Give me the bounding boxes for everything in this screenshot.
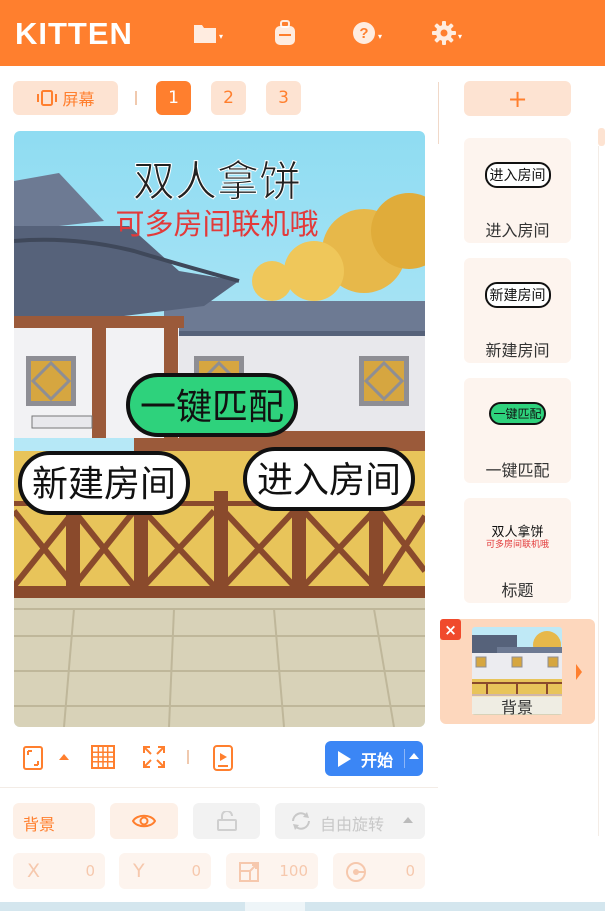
unlock-icon (217, 811, 237, 831)
sprite-name: 进入房间 (485, 221, 550, 240)
page-tab-2[interactable]: 2 (211, 81, 246, 115)
svg-text:?: ? (359, 25, 368, 42)
phone-rotate-icon (37, 90, 58, 106)
rotation-mode-label: 自由旋转 (320, 815, 385, 834)
rotation-mode-select[interactable]: 自由旋转 (275, 803, 425, 839)
backpack-icon (275, 20, 295, 45)
eye-icon (132, 814, 156, 828)
grid-toggle[interactable] (91, 745, 115, 771)
create-room-button-label: 新建房间 (32, 464, 176, 505)
sprite-name: 一键匹配 (485, 461, 550, 480)
rotate-icon (292, 812, 310, 830)
grid-icon (91, 745, 115, 769)
scrollbar-thumb[interactable] (245, 902, 305, 911)
create-room-button[interactable]: 新建房间 (18, 451, 190, 515)
divider (404, 749, 405, 768)
gear-icon (432, 21, 456, 45)
sprite-name: 标题 (501, 581, 534, 600)
sprite-thumbnail: 一键匹配 (464, 402, 571, 425)
chevron-up-icon (403, 817, 413, 823)
chevron-down-icon: ▾ (458, 31, 463, 41)
preview-button[interactable] (212, 745, 236, 771)
folder-icon (194, 25, 216, 43)
sprite-thumbnail: 新建房间 (464, 282, 571, 308)
file-menu[interactable]: ▾ (193, 19, 223, 47)
app-logo: KITTEN (15, 16, 133, 51)
stage-canvas[interactable]: 双人拿饼 可多房间联机哦 一键匹配 新建房间 进入房间 (14, 131, 425, 727)
chevron-right-icon[interactable] (576, 664, 582, 680)
chevron-down-icon: ▾ (219, 31, 224, 41)
settings-menu[interactable]: ▾ (432, 19, 462, 47)
help-icon: ? (353, 22, 375, 44)
page-tab-1[interactable]: 1 (156, 81, 191, 115)
help-menu[interactable]: ? ▾ (352, 19, 382, 47)
divider (598, 146, 599, 836)
stage-controls: 开始 (0, 732, 438, 784)
divider (187, 750, 189, 764)
sprite-card-match[interactable]: 一键匹配 一键匹配 (464, 378, 571, 483)
sprite-name: 新建房间 (485, 341, 550, 360)
lock-toggle[interactable] (193, 803, 260, 839)
bottom-scrollbar[interactable] (0, 902, 605, 911)
play-icon (338, 750, 351, 767)
direction-value: 0 (405, 862, 415, 880)
x-position-field[interactable]: X 0 (13, 853, 105, 889)
chevron-down-icon: ▾ (378, 31, 383, 41)
screen-orientation-button[interactable]: 屏幕 (13, 81, 118, 115)
page-tab-3[interactable]: 3 (266, 81, 301, 115)
y-value: 0 (191, 862, 201, 880)
sprite-thumb-subtitle: 可多房间联机哦 (485, 540, 549, 550)
divider (438, 82, 439, 144)
backpack-button[interactable] (273, 19, 297, 47)
sprite-thumb-title: 双人拿饼 (491, 525, 544, 540)
stage-subtitle: 可多房间联机哦 (115, 207, 318, 241)
fullscreen-button[interactable] (22, 745, 46, 771)
sprite-thumbnail: 进入房间 (464, 162, 571, 188)
stage-toolbar: 屏幕 1 2 3 (0, 66, 438, 132)
delete-sprite-button[interactable]: × (440, 619, 461, 640)
size-field[interactable]: 100 (226, 853, 318, 889)
direction-icon (346, 862, 366, 882)
y-label: Y (133, 860, 145, 882)
add-sprite-button[interactable]: + (464, 81, 571, 116)
sprite-properties: 背景 自由旋转 (0, 803, 438, 839)
screen-label: 屏幕 (62, 90, 95, 109)
join-room-button[interactable]: 进入房间 (243, 447, 415, 511)
direction-field[interactable]: 0 (333, 853, 425, 889)
phone-play-icon (213, 745, 233, 771)
sprite-name-field[interactable]: 背景 (13, 803, 95, 839)
divider (0, 787, 438, 788)
x-value: 0 (85, 862, 95, 880)
sprite-thumb-text: 进入房间 (484, 162, 551, 188)
stage-title: 双人拿饼 (133, 157, 301, 206)
sprite-transform: X 0 Y 0 100 0 (0, 853, 438, 889)
sprite-thumb-text: 新建房间 (484, 282, 551, 308)
expand-button[interactable] (142, 745, 166, 771)
join-room-button-label: 进入房间 (257, 460, 401, 501)
y-position-field[interactable]: Y 0 (119, 853, 211, 889)
divider (135, 91, 137, 105)
sprite-card-join[interactable]: 进入房间 进入房间 (464, 138, 571, 243)
sprite-card-create[interactable]: 新建房间 新建房间 (464, 258, 571, 363)
sprite-card-title[interactable]: 双人拿饼 可多房间联机哦 标题 (464, 498, 571, 603)
start-button[interactable]: 开始 (325, 741, 423, 776)
top-bar: KITTEN ▾ ? ▾ ▾ (0, 0, 605, 66)
sprite-thumbnail: 双人拿饼 可多房间联机哦 (464, 526, 571, 550)
expand-icon (143, 746, 165, 768)
chevron-up-icon[interactable] (409, 753, 419, 759)
sprite-thumb-text: 一键匹配 (489, 402, 546, 425)
chevron-up-icon[interactable] (59, 754, 69, 760)
match-button[interactable]: 一键匹配 (126, 373, 298, 437)
visibility-toggle[interactable] (110, 803, 178, 839)
scrollbar[interactable] (598, 128, 605, 146)
x-label: X (27, 860, 41, 882)
match-button-label: 一键匹配 (140, 387, 284, 428)
resize-icon (239, 862, 259, 882)
frame-icon (23, 746, 43, 770)
size-value: 100 (279, 862, 308, 880)
start-label: 开始 (361, 750, 394, 770)
sprite-name: 背景 (472, 694, 562, 717)
